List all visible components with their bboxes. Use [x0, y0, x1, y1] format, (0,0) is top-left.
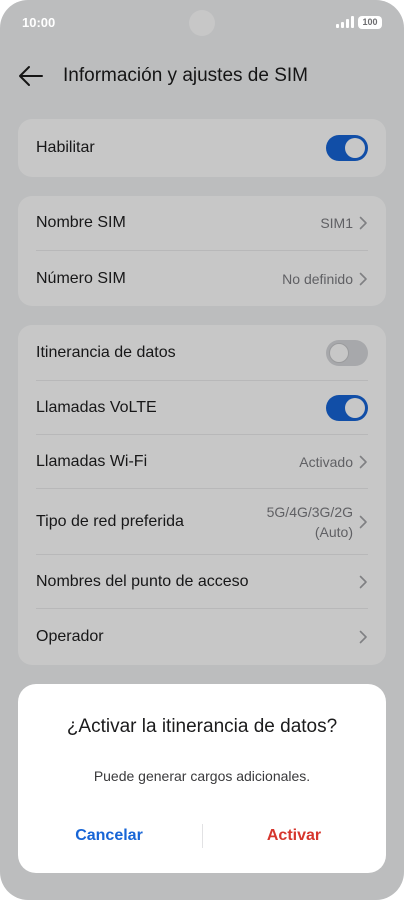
cancel-button[interactable]: Cancelar: [34, 822, 184, 850]
status-icons: 100: [336, 15, 382, 29]
roaming-confirm-dialog: ¿Activar la itinerancia de datos? Puede …: [18, 684, 386, 873]
dialog-button-divider: [202, 824, 203, 848]
battery-icon: 100: [358, 15, 382, 29]
battery-level: 100: [362, 17, 378, 27]
activate-button[interactable]: Activar: [219, 822, 369, 850]
signal-bars-icon: [336, 16, 354, 28]
status-time: 10:00: [22, 14, 56, 30]
status-bar: 10:00 100: [0, 0, 404, 44]
phone-screen: 10:00 100 Información y ajustes de SIM H…: [0, 0, 404, 900]
dialog-title: ¿Activar la itinerancia de datos?: [66, 716, 338, 737]
dialog-message: Puede generar cargos adicionales.: [93, 768, 311, 784]
